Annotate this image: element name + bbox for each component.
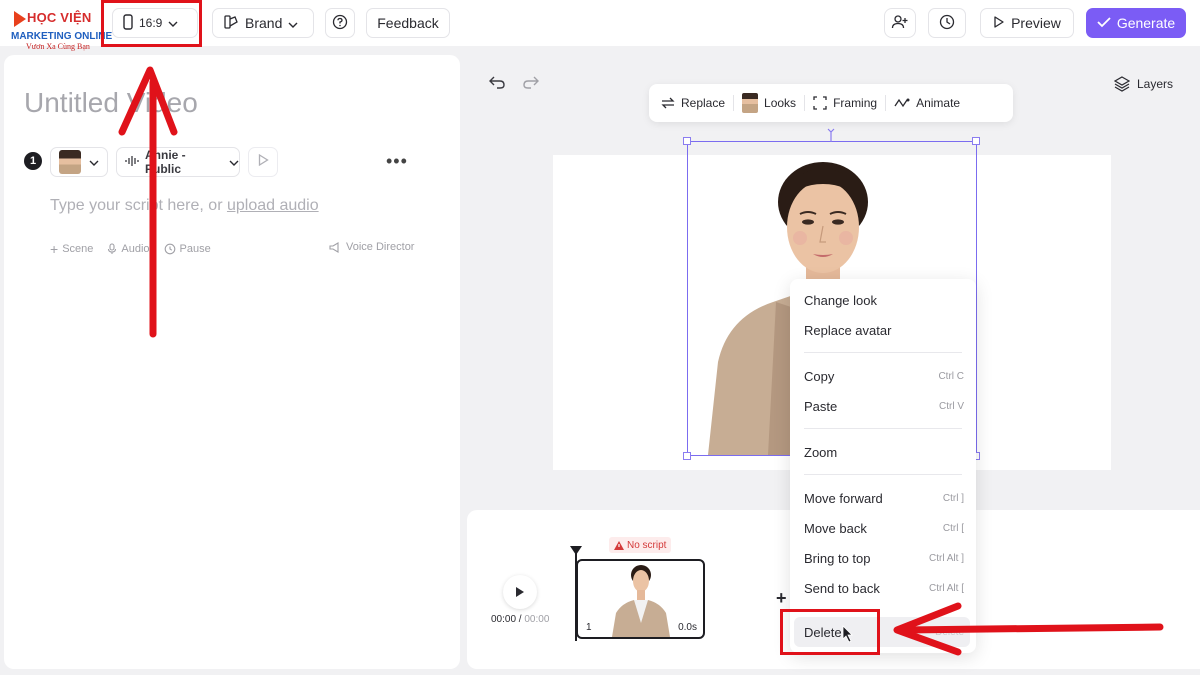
framing-button[interactable]: Framing: [813, 96, 877, 110]
timeline-time: 00:00 / 00:00: [491, 614, 549, 625]
play-icon: [516, 587, 524, 597]
feedback-label: Feedback: [377, 15, 439, 31]
warning-icon: [614, 540, 624, 550]
undo-icon[interactable]: [488, 74, 506, 95]
looks-thumbnail: [742, 93, 759, 113]
add-scene-button[interactable]: + Scene: [50, 241, 93, 257]
timer-icon: [164, 243, 175, 255]
scene-number-badge: 1: [24, 152, 42, 170]
waveform-icon: [125, 155, 139, 170]
preview-label: Preview: [1011, 15, 1061, 31]
microphone-icon: [108, 243, 117, 254]
add-scene-plus[interactable]: +: [776, 588, 787, 609]
add-audio-button[interactable]: Audio: [107, 241, 150, 257]
play-icon: [258, 153, 269, 171]
generate-label: Generate: [1116, 15, 1176, 31]
menu-copy[interactable]: Copy Ctrl C: [804, 365, 964, 387]
help-button[interactable]: [325, 8, 355, 38]
menu-change-look[interactable]: Change look: [804, 289, 964, 311]
element-toolbar: Replace Looks Framing Animate: [649, 84, 1013, 122]
menu-move-forward[interactable]: Move forward Ctrl ]: [804, 487, 964, 509]
current-time: 00:00: [491, 614, 517, 625]
total-time: 00:00: [524, 614, 550, 625]
swap-icon: [661, 97, 675, 109]
timeline-play-button[interactable]: [503, 575, 537, 609]
generate-button[interactable]: Generate: [1086, 8, 1186, 38]
no-script-badge: No script: [609, 537, 672, 553]
script-tools: + Scene Audio Pause: [50, 241, 211, 257]
chevron-down-icon: [288, 15, 298, 31]
frame-icon: [813, 96, 827, 110]
no-script-label: No script: [627, 539, 667, 551]
layers-label: Layers: [1137, 77, 1174, 91]
upload-audio-link[interactable]: upload audio: [227, 197, 319, 214]
layers-icon: [1114, 76, 1130, 92]
play-scene-button[interactable]: [248, 147, 278, 177]
pause-label: Pause: [179, 243, 211, 255]
voice-selector[interactable]: Annie - Public: [116, 147, 240, 177]
resize-handle[interactable]: [683, 452, 691, 460]
looks-button[interactable]: Looks: [742, 93, 796, 113]
script-panel: Untitled Video 1 Annie - Public ••• Type…: [4, 55, 460, 669]
scene-clip[interactable]: 1 0.0s: [576, 559, 705, 639]
menu-divider: [804, 428, 962, 429]
voice-label: Annie - Public: [145, 148, 186, 176]
menu-replace-avatar[interactable]: Replace avatar: [804, 319, 964, 341]
resize-handle[interactable]: [683, 137, 691, 145]
question-icon: [332, 14, 348, 33]
clip-number: 1: [586, 622, 592, 633]
menu-bring-to-top[interactable]: Bring to top Ctrl Alt ]: [804, 547, 964, 569]
voice-director-label: Voice Director: [346, 241, 415, 253]
replace-label: Replace: [681, 96, 726, 110]
resize-handle[interactable]: [972, 137, 980, 145]
audio-label: Audio: [121, 243, 150, 255]
layers-button[interactable]: Layers: [1114, 76, 1173, 92]
feedback-button[interactable]: Feedback: [366, 8, 450, 38]
logo-line3: Vươn Xa Cùng Bạn: [26, 42, 90, 51]
logo-line1: HỌC VIỆN: [14, 10, 91, 27]
video-title[interactable]: Untitled Video: [24, 87, 198, 119]
animate-icon: [894, 98, 910, 108]
annotation-box-ratio: [101, 0, 202, 47]
redo-icon[interactable]: [522, 74, 540, 95]
menu-divider: [804, 352, 962, 353]
history-button[interactable]: [928, 8, 966, 38]
palette-icon: [223, 14, 239, 33]
scene-label: Scene: [62, 243, 94, 255]
menu-send-to-back[interactable]: Send to back Ctrl Alt [: [804, 577, 964, 599]
context-menu: Change look Replace avatar Copy Ctrl C Pa…: [790, 279, 976, 653]
menu-paste[interactable]: Paste Ctrl V: [804, 395, 964, 417]
framing-label: Framing: [833, 96, 878, 110]
animate-label: Animate: [916, 96, 961, 110]
add-pause-button[interactable]: Pause: [164, 241, 211, 257]
script-placeholder: Type your script here, or: [50, 197, 223, 214]
annotation-box-delete: [780, 609, 880, 655]
avatar-selector[interactable]: [50, 147, 108, 177]
avatar-thumbnail: [59, 150, 81, 174]
menu-divider: [804, 474, 962, 475]
clip-duration: 0.0s: [678, 622, 697, 633]
check-icon: [1097, 15, 1111, 31]
menu-zoom[interactable]: Zoom: [804, 441, 964, 463]
play-icon: [993, 15, 1005, 31]
looks-label: Looks: [764, 96, 797, 110]
chevron-down-icon: [89, 153, 99, 171]
rotate-handle[interactable]: [827, 128, 835, 142]
brand-dropdown[interactable]: Brand: [212, 8, 314, 38]
add-user-icon: [891, 14, 909, 33]
watermark-logo: HỌC VIỆN MARKETING ONLINE Vươn Xa Cùng B…: [8, 6, 112, 51]
clock-icon: [939, 14, 955, 33]
script-input[interactable]: Type your script here, or upload audio: [50, 197, 319, 215]
more-options-icon[interactable]: •••: [386, 151, 408, 172]
voice-director-button[interactable]: Voice Director: [328, 241, 414, 253]
menu-move-back[interactable]: Move back Ctrl [: [804, 517, 964, 539]
chevron-down-icon: [229, 155, 239, 169]
logo-line2: MARKETING ONLINE: [11, 31, 113, 42]
preview-button[interactable]: Preview: [980, 8, 1074, 38]
share-button[interactable]: [884, 8, 916, 38]
animate-button[interactable]: Animate: [894, 96, 960, 110]
replace-button[interactable]: Replace: [661, 96, 725, 110]
megaphone-icon: [329, 242, 339, 253]
brand-label: Brand: [245, 15, 283, 31]
